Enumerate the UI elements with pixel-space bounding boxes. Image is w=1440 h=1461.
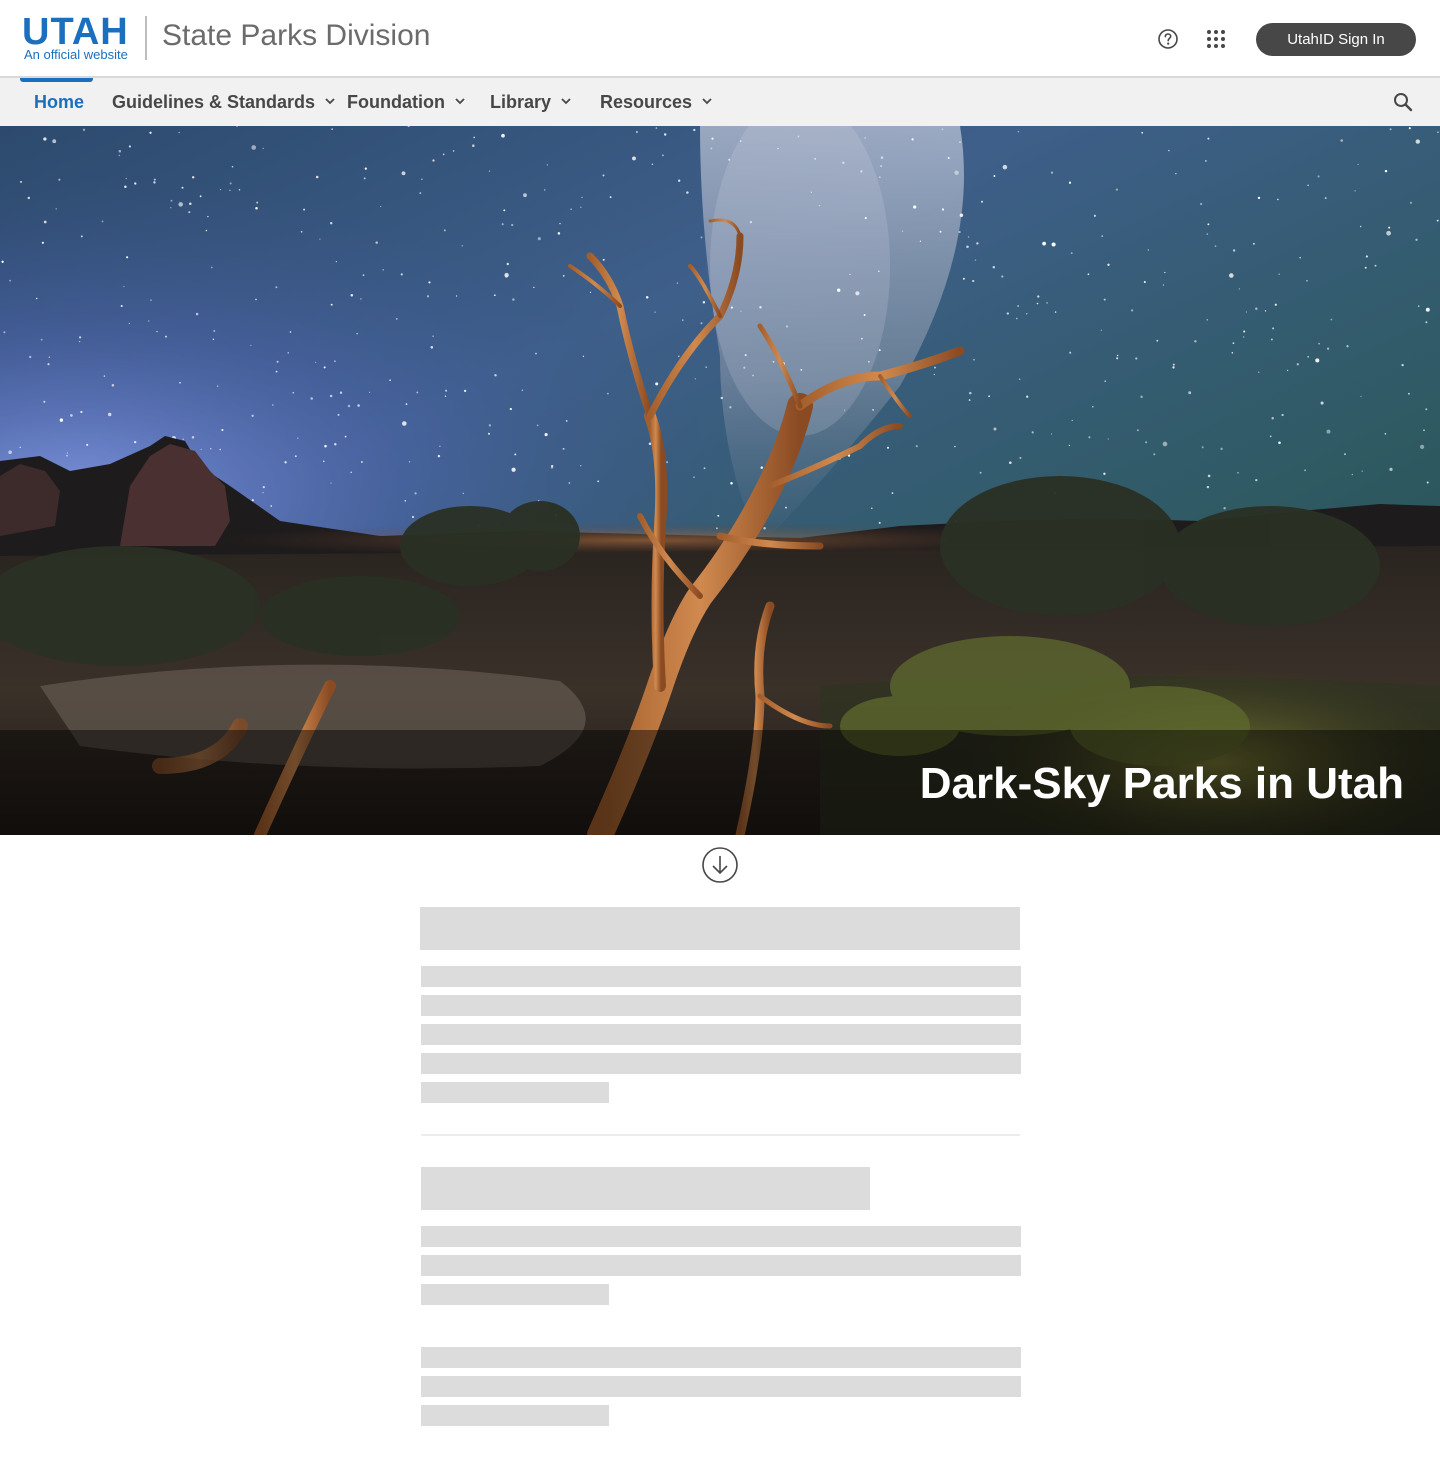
nav-library[interactable]: Library (490, 78, 571, 126)
nav-foundation[interactable]: Foundation (347, 78, 465, 126)
skeleton-line (421, 995, 1021, 1016)
question-circle-icon[interactable] (1157, 28, 1179, 50)
skeleton-line (421, 1053, 1021, 1074)
site-header: UTAH An official website State Parks Div… (0, 0, 1440, 78)
chevron-down-icon (455, 98, 465, 105)
nav-home[interactable]: Home (34, 78, 84, 126)
skeleton-heading (420, 907, 1020, 950)
nav-library-label: Library (490, 92, 552, 112)
official-website-label: An official website (24, 47, 128, 62)
hero-banner: Dark-Sky Parks in Utah (0, 126, 1440, 835)
logo-wordmark: UTAH (22, 11, 129, 53)
skeleton-line (421, 1376, 1021, 1397)
skeleton-heading (421, 1167, 870, 1210)
main-nav: Home Guidelines & Standards Foundation L… (0, 78, 1440, 126)
nav-home-label: Home (34, 92, 85, 112)
chevron-down-icon (561, 98, 571, 105)
skeleton-line (421, 1255, 1021, 1276)
nav-guidelines-label: Guidelines & Standards (112, 92, 316, 112)
utahid-signin-button[interactable]: UtahID Sign In (1256, 23, 1416, 56)
skeleton-line-short (421, 1405, 609, 1426)
search-icon[interactable] (1392, 91, 1414, 113)
nav-resources-label: Resources (600, 92, 693, 112)
app-grid-icon[interactable] (1205, 28, 1227, 50)
nav-foundation-label: Foundation (347, 92, 445, 112)
skeleton-line (421, 966, 1021, 987)
chevron-down-icon (325, 98, 335, 105)
nav-guidelines-standards[interactable]: Guidelines & Standards (112, 78, 335, 126)
divider (421, 1134, 1020, 1136)
skeleton-line (421, 1024, 1021, 1045)
utah-logo[interactable]: UTAH An official website (22, 12, 134, 64)
skeleton-line (421, 1347, 1021, 1368)
chevron-down-icon (702, 98, 712, 105)
site-title[interactable]: State Parks Division (162, 17, 430, 55)
logo-divider (145, 16, 147, 60)
nav-resources[interactable]: Resources (600, 78, 712, 126)
skeleton-line (421, 1226, 1021, 1247)
hero-title: Dark-Sky Parks in Utah (919, 759, 1404, 808)
arrow-down-circle-icon[interactable] (701, 846, 739, 884)
skeleton-line-short (421, 1082, 609, 1103)
hero-image (0, 126, 1440, 835)
skeleton-line-short (421, 1284, 609, 1305)
